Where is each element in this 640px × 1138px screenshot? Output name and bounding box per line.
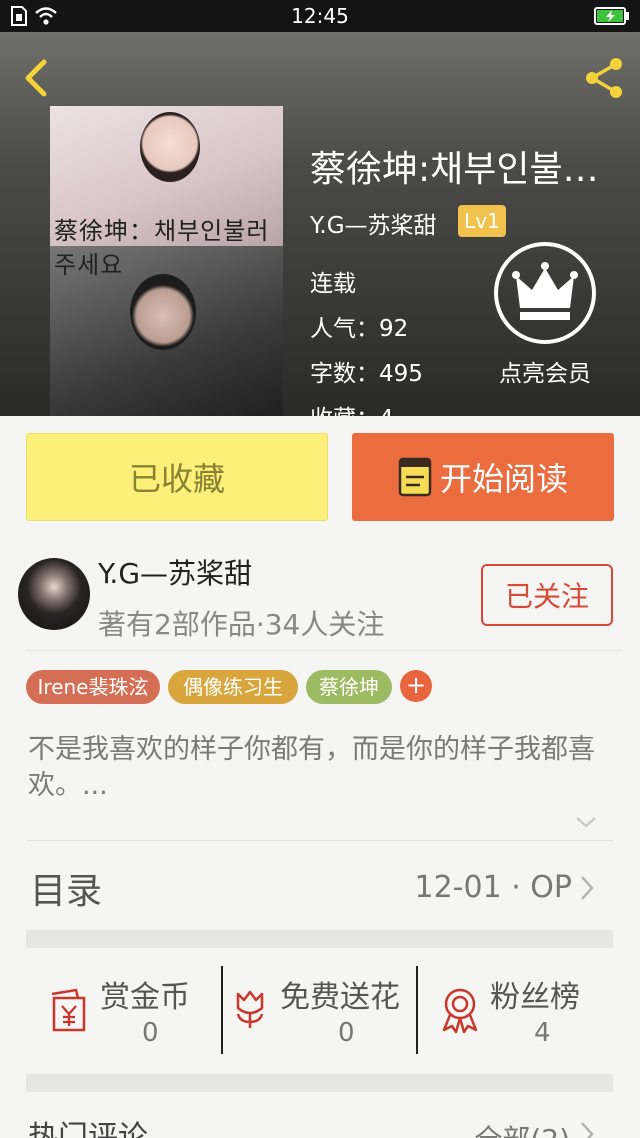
tag-cai-xukun[interactable]: 蔡徐坤 (306, 670, 392, 704)
chevron-right-icon[interactable] (578, 1120, 596, 1138)
fan-ranking-count: 4 (534, 1018, 551, 1048)
reward-coins-button[interactable]: 赏金币 0 (40, 966, 220, 1054)
book-description: 不是我喜欢的样子你都有，而是你的样子我都喜欢。... (28, 734, 595, 801)
vip-circle (494, 242, 596, 344)
start-reading-button[interactable]: 开始阅读 (352, 433, 614, 521)
crown-icon (512, 262, 578, 320)
word-count-line: 字数：495 (310, 354, 423, 388)
follow-button[interactable]: 已关注 (481, 564, 613, 626)
divider (26, 650, 622, 651)
coin-envelope-icon (51, 988, 86, 1032)
word-count-value: 495 (379, 361, 423, 387)
author-avatar[interactable] (18, 558, 90, 630)
favorites-value: 4 (379, 406, 394, 416)
send-flowers-label: 免费送花 (280, 980, 400, 1015)
send-flowers-button[interactable]: 免费送花 0 (226, 966, 416, 1054)
word-count-label: 字数： (310, 361, 379, 387)
tag-label: Irene裴珠泫 (37, 675, 149, 699)
medal-icon (442, 988, 478, 1034)
vip-label: 点亮会员 (499, 361, 591, 387)
tag-label: 偶像练习生 (183, 675, 283, 699)
follow-label: 已关注 (504, 580, 589, 613)
add-tag-button[interactable]: + (400, 670, 432, 702)
book-cover[interactable]: 蔡徐坤：채부인불러주세요 (50, 106, 283, 416)
favorites-line: 收藏：4 (310, 399, 394, 416)
book-icon (398, 457, 432, 497)
collected-button[interactable]: 已收藏 (26, 433, 328, 521)
vip-button[interactable]: 点亮会员 (490, 242, 600, 392)
cover-figure (130, 274, 196, 350)
section-separator (26, 1074, 613, 1092)
flower-icon (236, 990, 264, 1028)
book-author[interactable]: Y.G—苏桨甜 (310, 206, 437, 240)
hot-comments-all[interactable]: 全部(2) (474, 1118, 570, 1138)
level-badge: Lv1 (458, 205, 506, 237)
fan-ranking-button[interactable]: 粉丝榜 4 (424, 966, 614, 1054)
catalog-latest-chapter[interactable]: 12-01 · OP (415, 870, 573, 905)
section-separator (26, 930, 613, 948)
book-header: 蔡徐坤：채부인불러주세요 蔡徐坤:채부인불러주세요 Y.G—苏桨甜 Lv1 连载… (0, 32, 640, 416)
hot-comments-title: 热门评论 (28, 1120, 148, 1138)
book-status: 连载 (310, 271, 356, 297)
author-stats: 著有2部作品·34人关注 (98, 608, 385, 641)
stat-separator (416, 966, 418, 1054)
tag-irene[interactable]: Irene裴珠泫 (26, 670, 160, 704)
collected-label: 已收藏 (128, 460, 225, 498)
chevron-down-icon[interactable] (574, 814, 598, 830)
stat-separator (221, 966, 223, 1054)
catalog-title[interactable]: 目录 (30, 862, 102, 914)
status-bar: 12:45 (0, 0, 640, 32)
favorites-label: 收藏： (310, 406, 379, 416)
popularity-label: 人气： (310, 316, 379, 342)
chevron-right-icon[interactable] (578, 874, 596, 902)
author-name[interactable]: Y.G—苏桨甜 (98, 552, 252, 592)
tag-idol-producer[interactable]: 偶像练习生 (168, 670, 298, 704)
divider (26, 840, 613, 841)
popularity-line: 人气：92 (310, 309, 408, 343)
fan-ranking-label: 粉丝榜 (490, 980, 580, 1015)
status-time: 12:45 (291, 4, 349, 28)
reward-coins-count: 0 (142, 1018, 159, 1048)
cover-title-text: 蔡徐坤：채부인불러주세요 (54, 217, 270, 279)
start-reading-label: 开始阅读 (439, 460, 568, 498)
cover-figure (140, 112, 200, 182)
tag-label: 蔡徐坤 (319, 675, 379, 699)
back-arrow-icon[interactable] (14, 54, 58, 102)
share-icon[interactable] (580, 54, 628, 102)
battery-charging-icon (594, 7, 629, 25)
popularity-value: 92 (379, 316, 409, 342)
book-title: 蔡徐坤:채부인불러주세요 (310, 149, 620, 190)
reward-coins-label: 赏金币 (100, 980, 190, 1015)
send-flowers-count: 0 (338, 1018, 355, 1048)
